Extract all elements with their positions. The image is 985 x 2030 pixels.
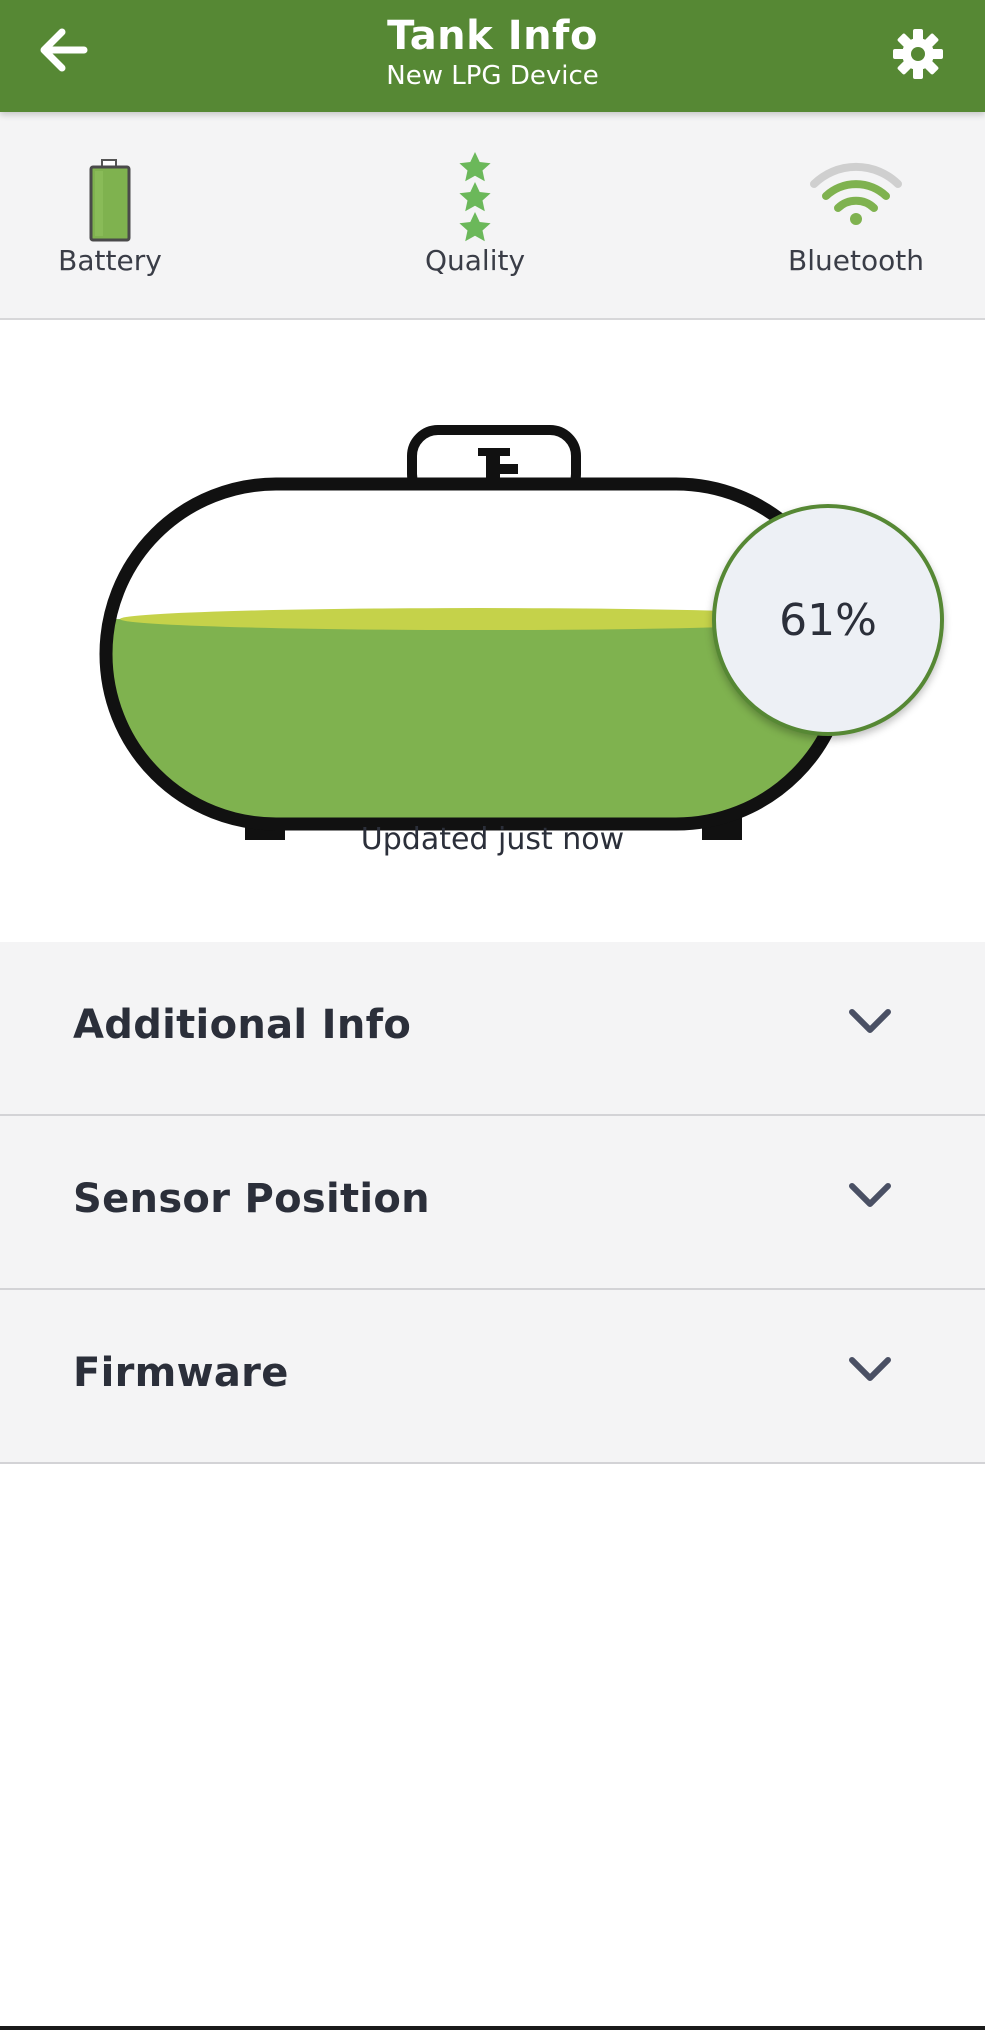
- accordion-firmware[interactable]: Firmware: [0, 1290, 985, 1464]
- gear-icon: [893, 29, 943, 79]
- accordion-additional-info[interactable]: Additional Info: [0, 942, 985, 1116]
- accordion-title: Firmware: [73, 1350, 289, 1396]
- chevron-down-icon: [849, 1357, 891, 1381]
- signal-icon: [810, 162, 902, 225]
- header-title-group: Tank Info New LPG Device: [0, 12, 985, 92]
- page-title: Tank Info: [387, 13, 598, 59]
- page-subtitle: New LPG Device: [386, 61, 599, 91]
- home-indicator-edge: [0, 2026, 985, 2030]
- accordion-title: Sensor Position: [73, 1176, 430, 1222]
- tank-level-panel: 61% Updated just now: [0, 320, 985, 940]
- info-accordion: Additional Info Sensor Position Firmware: [0, 942, 985, 1464]
- app-bar: Tank Info New LPG Device: [0, 0, 985, 112]
- accordion-title: Additional Info: [73, 1002, 412, 1048]
- quality-label: Quality: [424, 244, 526, 277]
- settings-button[interactable]: [888, 24, 948, 84]
- chevron-down-icon: [849, 1009, 891, 1033]
- battery-icon: [89, 159, 131, 242]
- chevron-down-icon: [849, 1183, 891, 1207]
- device-status-bar: Battery Quality Bluetooth: [0, 112, 985, 320]
- stars-icon: [459, 152, 491, 242]
- updated-timestamp: Updated just now: [360, 822, 625, 857]
- fill-percent-badge: 61%: [712, 504, 944, 736]
- battery-label: Battery: [58, 244, 162, 277]
- bluetooth-label: Bluetooth: [788, 244, 924, 277]
- accordion-sensor-position[interactable]: Sensor Position: [0, 1116, 985, 1290]
